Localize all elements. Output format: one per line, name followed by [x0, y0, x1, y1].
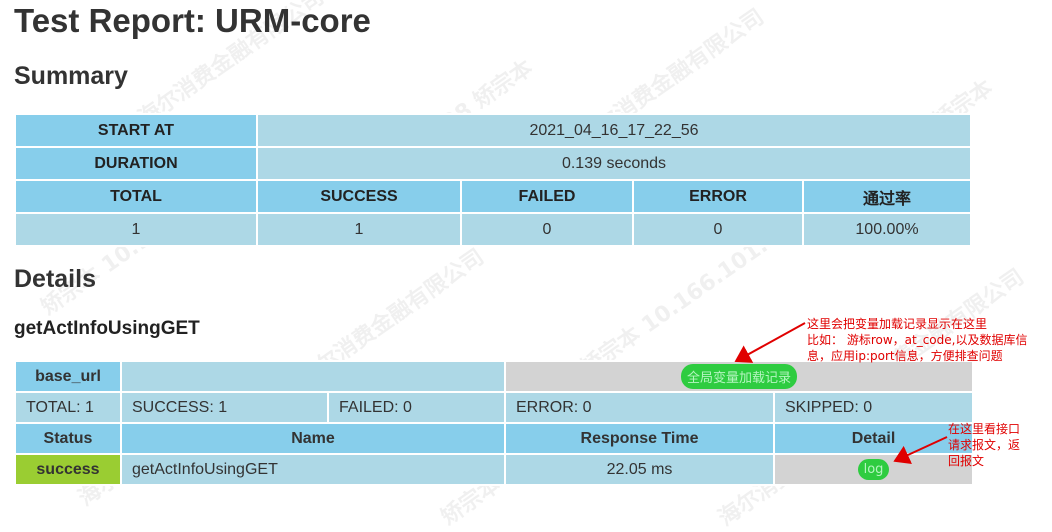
stats-row: TOTAL: 1 SUCCESS: 1 FAILED: 0 ERROR: 0 S… [14, 391, 975, 424]
row-detail-cell: log [772, 453, 975, 486]
annotation-line: 在这里看接口 [948, 422, 1021, 436]
annotation-line: 这里会把变量加载记录显示在这里 [807, 317, 988, 331]
table-row: success getActInfoUsingGET 22.05 ms log [14, 453, 975, 486]
base-url-row: base_url 全局变量加载记录 [14, 360, 975, 393]
summary-value-row: 1 1 0 0 100.00% [14, 212, 972, 247]
row-name: getActInfoUsingGET [120, 453, 506, 486]
details-table: base_url 全局变量加载记录 TOTAL: 1 SUCCESS: 1 FA… [14, 360, 975, 486]
stat-total: TOTAL: 1 [14, 391, 122, 424]
status-column-header: Status [14, 422, 122, 455]
stat-error: ERROR: 0 [504, 391, 775, 424]
summary-header-row: TOTAL SUCCESS FAILED ERROR 通过率 [14, 179, 972, 214]
summary-row-start: START AT 2021_04_16_17_22_56 [14, 113, 972, 148]
detail-column-header: Detail [772, 422, 975, 455]
log-button[interactable]: log [857, 459, 890, 480]
failed-value: 0 [460, 212, 634, 247]
annotation-line: 回报文 [948, 454, 985, 468]
details-heading: Details [14, 265, 96, 293]
total-header: TOTAL [14, 179, 258, 214]
arrow-to-global-vars [734, 322, 806, 363]
annotation-note-vars: 这里会把变量加载记录显示在这里 比如： 游标row，at_code,以及数据库信… [807, 316, 1027, 364]
page-title: Test Report: URM-core [14, 2, 371, 39]
name-column-header: Name [120, 422, 506, 455]
start-at-label: START AT [14, 113, 258, 148]
testcase-name: getActInfoUsingGET [14, 318, 200, 339]
annotation-line: 请求报文，返 [948, 438, 1021, 452]
stat-failed: FAILED: 0 [327, 391, 506, 424]
global-vars-button[interactable]: 全局变量加载记录 [681, 364, 798, 389]
annotation-line: 比如： 游标row，at_code,以及数据库信 [807, 333, 1028, 347]
success-header: SUCCESS [256, 179, 462, 214]
base-url-value [120, 360, 506, 393]
annotation-line: 息，应用ip:port信息，方便排查问题 [807, 349, 1003, 363]
stat-skipped: SKIPPED: 0 [772, 391, 975, 424]
start-at-value: 2021_04_16_17_22_56 [256, 113, 972, 148]
summary-row-duration: DURATION 0.139 seconds [14, 146, 972, 181]
stat-success: SUCCESS: 1 [120, 391, 329, 424]
pass-rate-value: 100.00% [802, 212, 972, 247]
failed-header: FAILED [460, 179, 634, 214]
response-time-column-header: Response Time [504, 422, 775, 455]
status-badge: success [14, 453, 122, 486]
duration-value: 0.139 seconds [256, 146, 972, 181]
error-header: ERROR [632, 179, 804, 214]
success-value: 1 [256, 212, 462, 247]
duration-label: DURATION [14, 146, 258, 181]
error-value: 0 [632, 212, 804, 247]
pass-rate-header: 通过率 [802, 179, 972, 214]
summary-table: START AT 2021_04_16_17_22_56 DURATION 0.… [14, 113, 972, 247]
results-header-row: Status Name Response Time Detail [14, 422, 975, 455]
row-response-time: 22.05 ms [504, 453, 775, 486]
global-vars-cell: 全局变量加载记录 [503, 360, 975, 393]
total-value: 1 [14, 212, 258, 247]
summary-heading: Summary [14, 62, 128, 90]
base-url-label: base_url [14, 360, 122, 393]
annotation-note-log: 在这里看接口 请求报文，返 回报文 [948, 421, 1020, 469]
